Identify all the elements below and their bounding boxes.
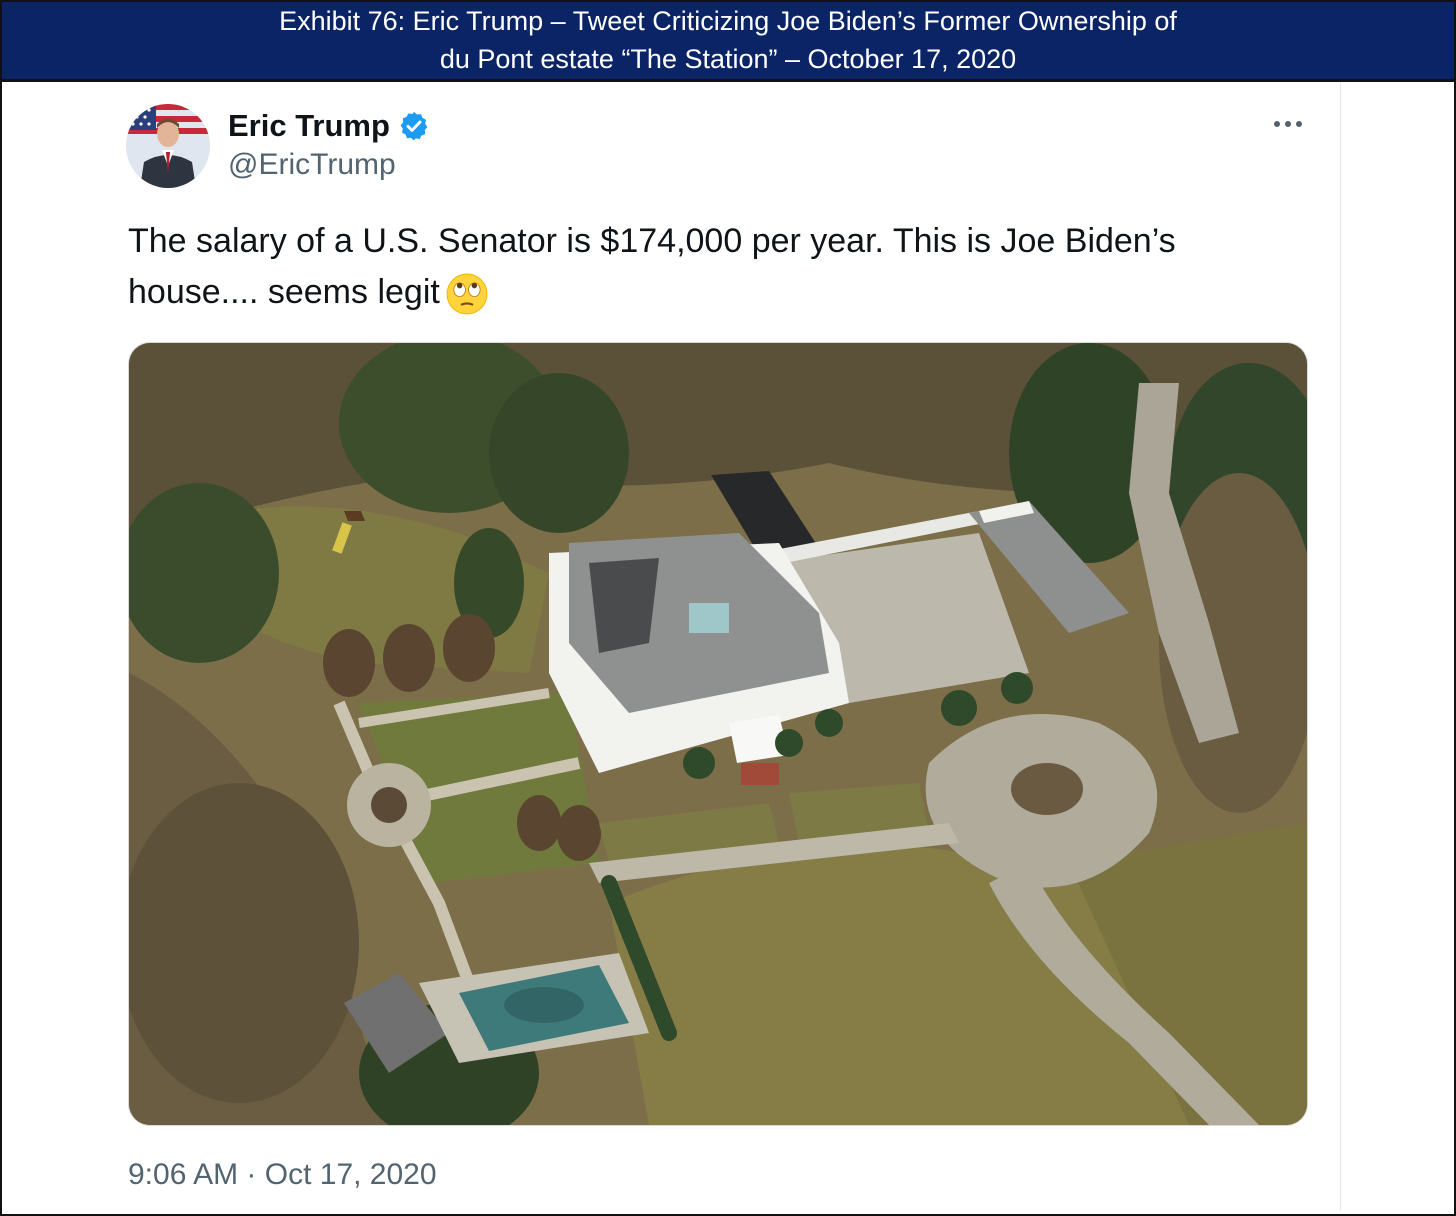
author-name-row[interactable]: Eric Trump [228, 104, 430, 148]
profile-photo-icon [126, 104, 210, 188]
exhibit-header: Exhibit 76: Eric Trump – Tweet Criticizi… [2, 2, 1454, 79]
tweet-text: The salary of a U.S. Senator is $174,000… [128, 216, 1288, 318]
exhibit-title-line-2: du Pont estate “The Station” – October 1… [439, 44, 1017, 74]
rolling-eyes-emoji-icon [446, 273, 488, 315]
tweet-media-image[interactable] [128, 342, 1308, 1126]
tweet-date[interactable]: Oct 17, 2020 [265, 1158, 437, 1191]
tweet-timestamp[interactable]: 9:06 AM · Oct 17, 2020 [128, 1158, 437, 1192]
tweet-body: The salary of a U.S. Senator is $174,000… [128, 222, 1176, 311]
exhibit-title-line-1: Exhibit 76: Eric Trump – Tweet Criticizi… [279, 6, 1177, 36]
author-handle[interactable]: @EricTrump [228, 148, 396, 182]
avatar[interactable] [126, 104, 210, 188]
author-display-name[interactable]: Eric Trump [228, 108, 390, 144]
more-options-icon[interactable] [1266, 110, 1310, 138]
tweet-time[interactable]: 9:06 AM [128, 1158, 238, 1191]
timestamp-separator: · [246, 1158, 257, 1191]
aerial-photo-of-estate [129, 343, 1307, 1125]
verified-badge-icon [400, 112, 428, 141]
